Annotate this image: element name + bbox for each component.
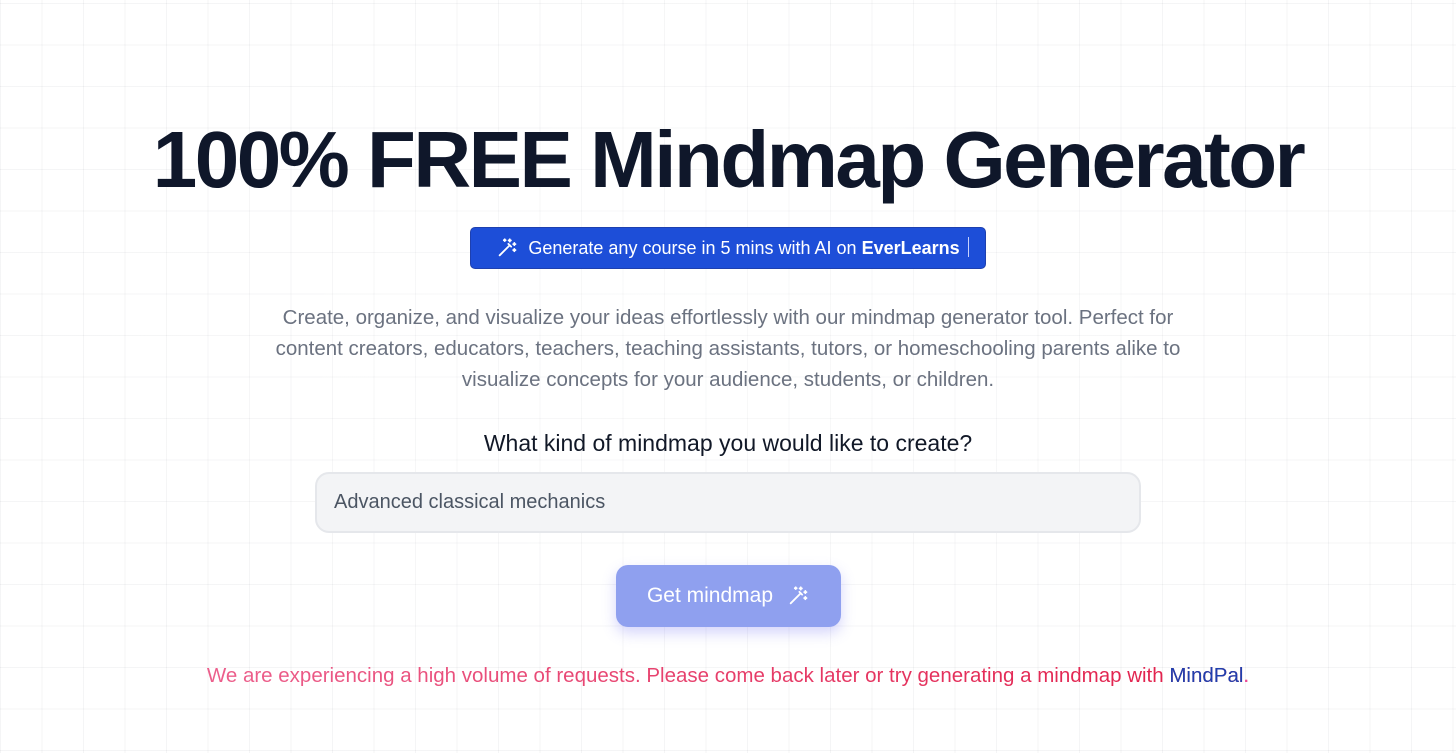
promo-text: Generate any course in 5 mins with AI on… bbox=[528, 237, 960, 258]
mindpal-link[interactable]: MindPal bbox=[1169, 664, 1243, 687]
get-mindmap-label: Get mindmap bbox=[646, 584, 774, 607]
page-description: Create, organize, and visualize your ide… bbox=[275, 306, 1181, 391]
magic-wand-icon bbox=[496, 237, 518, 259]
everlearns-promo-banner[interactable]: Generate any course in 5 mins with AI on… bbox=[470, 227, 986, 269]
mindmap-topic-input[interactable] bbox=[315, 472, 1141, 533]
high-volume-notice: We are experiencing a high volume of req… bbox=[207, 662, 1249, 690]
promo-brand: EverLearns bbox=[861, 237, 960, 258]
page-title: 100% FREE Mindmap Generator bbox=[152, 115, 1306, 204]
get-mindmap-button[interactable]: Get mindmap bbox=[615, 565, 841, 627]
mindmap-question-label: What kind of mindmap you would like to c… bbox=[483, 430, 973, 456]
main-content: 100% FREE Mindmap Generator Generate any… bbox=[0, 0, 1456, 753]
magic-wand-icon bbox=[787, 585, 809, 607]
text-cursor bbox=[968, 237, 969, 257]
